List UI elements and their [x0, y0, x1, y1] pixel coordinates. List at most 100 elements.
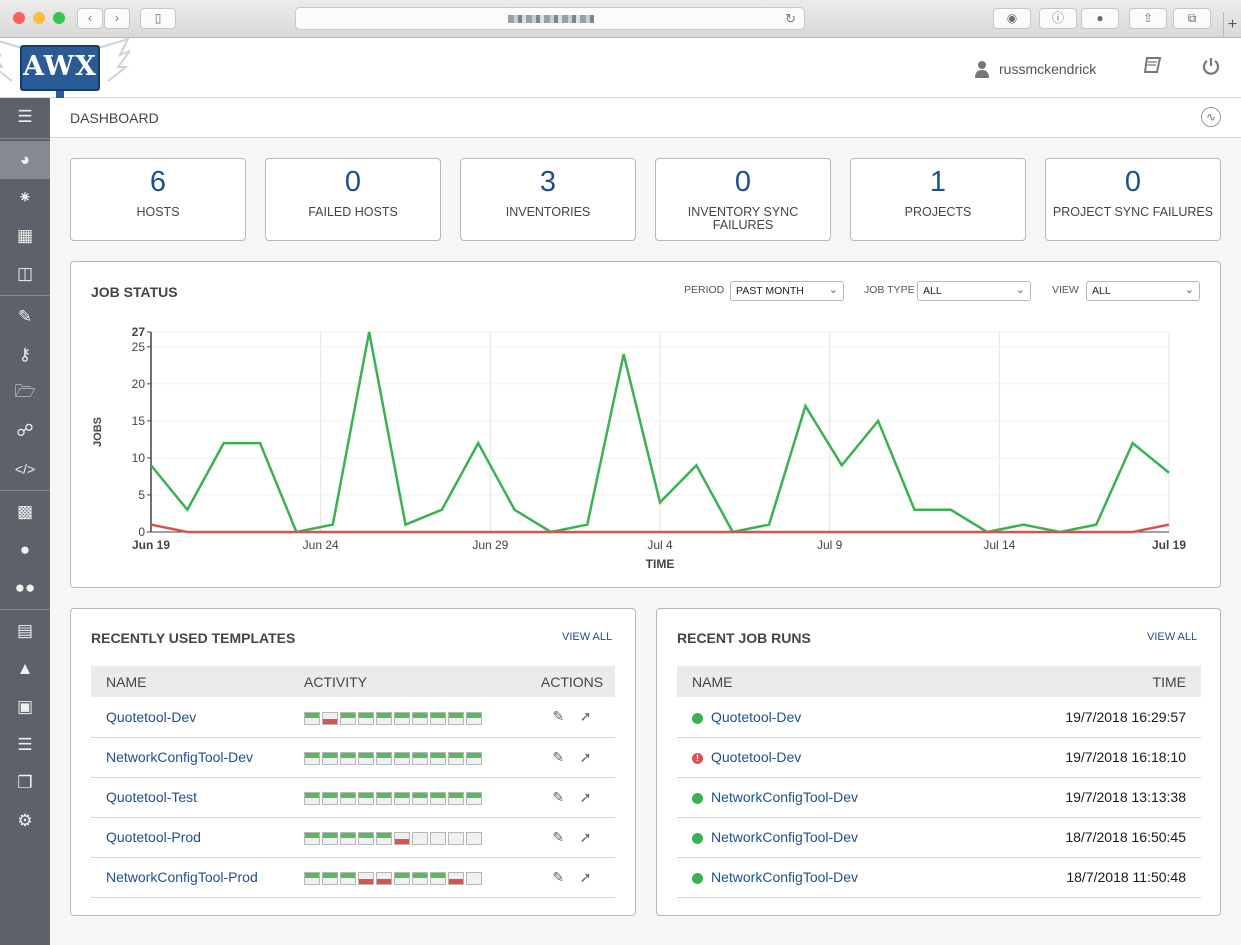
sidebar-item-dashboard[interactable]: ◕ [0, 141, 50, 179]
sidebar-item-projects[interactable]: 🗁 [0, 374, 50, 412]
maximize-window-button[interactable] [53, 12, 65, 24]
user-menu[interactable]: russmckendrick [975, 60, 1096, 78]
grammar-extension-icon[interactable]: ● [1081, 8, 1119, 29]
job-activity-indicator[interactable] [358, 711, 374, 725]
projects-card[interactable]: 1 PROJECTS [850, 158, 1026, 241]
job-activity-indicator[interactable] [376, 751, 392, 765]
job-activity-indicator[interactable] [412, 751, 428, 765]
job-activity-indicator[interactable] [466, 831, 482, 845]
inventory-sync-failures-card[interactable]: 0 INVENTORY SYNC FAILURES [655, 158, 831, 241]
job-activity-indicator[interactable] [304, 871, 320, 885]
job-activity-indicator[interactable] [430, 711, 446, 725]
sidebar-item-applications[interactable]: ❒ [0, 764, 50, 802]
job-activity-indicator[interactable] [340, 711, 356, 725]
job-activity-indicator[interactable] [466, 791, 482, 805]
hosts-card[interactable]: 6 HOSTS [70, 158, 246, 241]
template-name-link[interactable]: Quotetool-Prod [106, 829, 201, 845]
job-activity-indicator[interactable] [322, 711, 338, 725]
address-bar[interactable]: ↻ [295, 7, 805, 30]
sidebar-item-portal[interactable]: ◫ [0, 255, 50, 293]
logout-power-icon[interactable] [1201, 56, 1221, 81]
template-name-link[interactable]: Quotetool-Dev [106, 709, 196, 725]
back-button[interactable]: ‹ [77, 8, 103, 29]
sidebar-item-templates[interactable]: ✎ [0, 298, 50, 336]
job-name-link[interactable]: NetworkConfigTool-Dev [711, 789, 858, 805]
job-activity-indicator[interactable] [304, 831, 320, 845]
launch-rocket-icon[interactable]: ➚ [580, 829, 592, 845]
sidebar-toggle-icon[interactable]: ▯ [140, 8, 176, 29]
edit-pencil-icon[interactable]: ✎ [552, 869, 564, 885]
sidebar-item-schedules[interactable]: ▦ [0, 217, 50, 255]
launch-rocket-icon[interactable]: ➚ [580, 869, 592, 885]
forward-button[interactable]: › [104, 8, 130, 29]
job-activity-indicator[interactable] [430, 831, 446, 845]
job-activity-indicator[interactable] [358, 831, 374, 845]
job-activity-indicator[interactable] [376, 711, 392, 725]
job-name-link[interactable]: NetworkConfigTool-Dev [711, 829, 858, 845]
menu-hamburger-icon[interactable]: ☰ [0, 98, 50, 136]
column-header-time[interactable]: TIME [976, 666, 1201, 697]
job-activity-indicator[interactable] [340, 831, 356, 845]
sidebar-item-management-jobs[interactable]: ▣ [0, 688, 50, 726]
job-activity-indicator[interactable] [376, 831, 392, 845]
sidebar-item-inventories[interactable]: ☍ [0, 412, 50, 450]
job-activity-indicator[interactable] [430, 871, 446, 885]
job-activity-indicator[interactable] [304, 711, 320, 725]
job-activity-indicator[interactable] [376, 791, 392, 805]
job-activity-indicator[interactable] [412, 831, 428, 845]
close-window-button[interactable] [13, 12, 25, 24]
sidebar-item-instance-groups[interactable]: ☰ [0, 726, 50, 764]
job-activity-indicator[interactable] [394, 831, 410, 845]
job-activity-indicator[interactable] [322, 791, 338, 805]
sidebar-item-teams[interactable]: ●● [0, 569, 50, 607]
job-activity-indicator[interactable] [430, 751, 446, 765]
activity-stream-icon[interactable]: ∿ [1201, 107, 1221, 127]
failed-hosts-card[interactable]: 0 FAILED HOSTS [265, 158, 441, 241]
reload-icon[interactable]: ↻ [785, 11, 796, 27]
sidebar-item-users[interactable]: ● [0, 531, 50, 569]
job-name-link[interactable]: Quotetool-Dev [711, 709, 801, 725]
templates-view-all-link[interactable]: VIEW ALL [562, 631, 612, 643]
awx-logo[interactable]: AWX [0, 37, 130, 99]
job-activity-indicator[interactable] [340, 871, 356, 885]
job-name-link[interactable]: NetworkConfigTool-Dev [711, 869, 858, 885]
job-activity-indicator[interactable] [358, 871, 374, 885]
job-activity-indicator[interactable] [448, 711, 464, 725]
job-activity-indicator[interactable] [466, 871, 482, 885]
template-name-link[interactable]: Quotetool-Test [106, 789, 197, 805]
job-activity-indicator[interactable] [394, 871, 410, 885]
sidebar-item-settings[interactable]: ⚙ [0, 802, 50, 840]
job-activity-indicator[interactable] [412, 711, 428, 725]
sidebar-item-inventory-scripts[interactable]: </> [0, 450, 50, 488]
edit-pencil-icon[interactable]: ✎ [552, 708, 564, 724]
job-activity-indicator[interactable] [394, 751, 410, 765]
job-activity-indicator[interactable] [322, 751, 338, 765]
tabs-overview-icon[interactable]: ⧉ [1173, 8, 1211, 29]
launch-rocket-icon[interactable]: ➚ [580, 708, 592, 724]
project-sync-failures-card[interactable]: 0 PROJECT SYNC FAILURES [1045, 158, 1221, 241]
launch-rocket-icon[interactable]: ➚ [580, 789, 592, 805]
template-name-link[interactable]: NetworkConfigTool-Prod [106, 869, 258, 885]
job-activity-indicator[interactable] [448, 791, 464, 805]
job-activity-indicator[interactable] [340, 791, 356, 805]
documentation-book-icon[interactable] [1143, 56, 1162, 79]
edit-pencil-icon[interactable]: ✎ [552, 829, 564, 845]
sidebar-item-jobs[interactable]: ⁕ [0, 179, 50, 217]
launch-rocket-icon[interactable]: ➚ [580, 749, 592, 765]
job-activity-indicator[interactable] [430, 791, 446, 805]
template-name-link[interactable]: NetworkConfigTool-Dev [106, 749, 253, 765]
column-header-name[interactable]: NAME [91, 666, 304, 697]
job-activity-indicator[interactable] [466, 751, 482, 765]
minimize-window-button[interactable] [33, 12, 45, 24]
inventories-card[interactable]: 3 INVENTORIES [460, 158, 636, 241]
job-activity-indicator[interactable] [394, 711, 410, 725]
job-activity-indicator[interactable] [466, 711, 482, 725]
jobs-view-all-link[interactable]: VIEW ALL [1147, 631, 1197, 643]
new-tab-button[interactable]: + [1223, 12, 1241, 38]
column-header-name[interactable]: NAME [677, 666, 977, 697]
job-activity-indicator[interactable] [340, 751, 356, 765]
edit-pencil-icon[interactable]: ✎ [552, 749, 564, 765]
toggle-extension-icon[interactable]: ◉ [993, 8, 1031, 29]
sidebar-item-organizations[interactable]: ▩ [0, 493, 50, 531]
edit-pencil-icon[interactable]: ✎ [552, 789, 564, 805]
